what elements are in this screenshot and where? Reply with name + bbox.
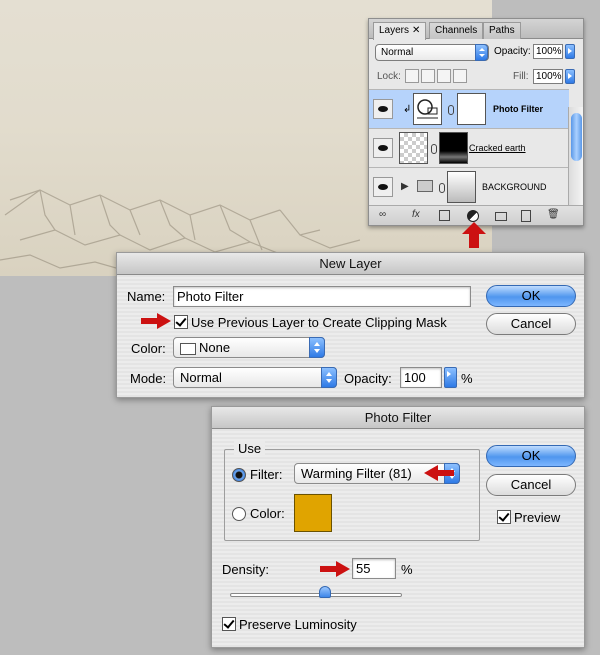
clip-arrow-icon: ↲ [403, 104, 412, 115]
red-arrow-right-icon [320, 561, 350, 577]
name-field[interactable]: Photo Filter [173, 286, 471, 307]
expand-triangle-icon[interactable]: ▶ [401, 181, 409, 192]
layer-mask-thumbnail[interactable] [447, 171, 476, 203]
fill-label: Fill: [513, 71, 529, 82]
red-arrow-up-icon [462, 222, 486, 248]
color-select-value: None [199, 340, 231, 355]
eye-icon[interactable] [373, 99, 393, 119]
layer-name[interactable]: BACKGROUND [482, 182, 547, 192]
use-label: Use [234, 441, 266, 456]
name-label: Name: [127, 289, 166, 304]
layer-mask-thumbnail[interactable] [457, 93, 486, 125]
clipping-mask-checkbox[interactable] [174, 315, 188, 329]
tab-paths-label: Paths [489, 25, 515, 36]
folder-icon [417, 180, 433, 192]
adjustment-thumbnail [413, 93, 442, 125]
lock-all-icon[interactable] [453, 69, 467, 83]
tab-layers[interactable]: Layers ✕ [373, 22, 427, 40]
layer-mask-thumbnail[interactable] [439, 132, 468, 164]
tab-paths[interactable]: Paths [483, 22, 521, 39]
mode-select-value: Normal [180, 370, 222, 385]
chevron-updown-icon [321, 367, 337, 388]
chevron-updown-icon [309, 337, 325, 358]
lock-move-icon[interactable] [437, 69, 451, 83]
preserve-luminosity-checkbox[interactable] [222, 617, 236, 631]
eye-icon[interactable] [373, 138, 393, 158]
density-field[interactable]: 55 [352, 558, 396, 579]
scrollbar-thumb[interactable] [571, 113, 582, 161]
cancel-button[interactable]: Cancel [486, 474, 576, 496]
new-layer-dialog: New Layer Name: Photo Filter OK Cancel U… [116, 252, 585, 398]
mask-icon[interactable] [439, 210, 450, 221]
fill-input[interactable]: 100% [533, 69, 563, 84]
opacity-label: Opacity: [344, 371, 392, 386]
filter-radio[interactable] [232, 468, 246, 482]
blend-mode-select[interactable]: Normal [375, 44, 489, 61]
tab-channels[interactable]: Channels [429, 22, 484, 39]
clipping-mask-label: Use Previous Layer to Create Clipping Ma… [191, 315, 447, 330]
dialog-title: New Layer [117, 253, 584, 275]
mode-label: Mode: [130, 371, 167, 386]
close-icon[interactable]: ✕ [412, 25, 420, 36]
tab-layers-label: Layers [379, 25, 410, 36]
lock-brush-icon[interactable] [421, 69, 435, 83]
layer-row-cracked-earth[interactable]: Cracked earth [369, 128, 569, 167]
fx-icon[interactable]: fx [412, 209, 420, 220]
group-icon[interactable] [495, 212, 507, 221]
panel-tabs: Layers ✕ Channels Paths [369, 19, 583, 40]
opacity-arrow-button[interactable] [444, 367, 457, 388]
filter-color-swatch[interactable] [294, 494, 332, 532]
filter-label: Filter: [250, 467, 283, 482]
layer-name[interactable]: Cracked earth [469, 143, 526, 153]
ok-button[interactable]: OK [486, 445, 576, 467]
filter-select-value: Warming Filter (81) [301, 466, 412, 481]
density-slider[interactable] [230, 593, 402, 597]
color-select[interactable]: None [173, 337, 325, 358]
lock-icons [405, 69, 469, 84]
color-label: Color: [250, 506, 285, 521]
layers-scrollbar[interactable] [568, 107, 583, 215]
opacity-label: Opacity: [494, 46, 531, 57]
color-radio[interactable] [232, 507, 246, 521]
eye-icon[interactable] [373, 177, 393, 197]
layer-row-photo-filter[interactable]: ↲ Photo Filter [369, 89, 569, 128]
density-slider-knob[interactable] [318, 586, 331, 598]
layer-name[interactable]: Photo Filter [493, 104, 543, 114]
cancel-button[interactable]: Cancel [486, 313, 576, 335]
new-layer-icon[interactable] [521, 210, 531, 222]
color-swatch-icon [180, 342, 196, 355]
blend-mode-value: Normal [381, 47, 414, 58]
adjustment-layer-icon[interactable] [467, 210, 479, 222]
density-label: Density: [222, 562, 269, 577]
tab-channels-label: Channels [435, 25, 478, 36]
fill-slider-button[interactable] [565, 69, 575, 84]
dialog-title: Photo Filter [212, 407, 584, 429]
mask-link-icon[interactable] [439, 183, 445, 193]
lock-label: Lock: [377, 71, 401, 82]
layer-thumbnail [399, 132, 428, 164]
mask-link-icon[interactable] [448, 105, 454, 115]
preview-label: Preview [514, 510, 561, 525]
lock-transparency-icon[interactable] [405, 69, 419, 83]
opacity-slider-button[interactable] [565, 44, 575, 59]
mask-link-icon[interactable] [431, 144, 437, 154]
link-icon[interactable]: ∞ [379, 209, 386, 220]
layer-row-background[interactable]: ▶ BACKGROUND [369, 167, 569, 206]
color-label: Color: [131, 341, 166, 356]
layers-panel: Layers ✕ Channels Paths Normal Opacity: 1… [368, 18, 584, 226]
percent-label: % [461, 371, 473, 386]
preserve-luminosity-label: Preserve Luminosity [239, 617, 357, 632]
opacity-input[interactable]: 100% [533, 44, 563, 59]
preview-checkbox[interactable] [497, 510, 511, 524]
red-arrow-right-icon [141, 313, 171, 329]
percent-label: % [401, 562, 413, 577]
opacity-field[interactable]: 100 [400, 367, 442, 388]
chevron-updown-icon [475, 44, 488, 61]
mode-select[interactable]: Normal [173, 367, 337, 388]
photo-filter-dialog: Photo Filter Use Filter: Warming Filter … [211, 406, 585, 648]
trash-icon[interactable]: 🗑 [547, 209, 560, 220]
red-arrow-left-icon [424, 465, 454, 481]
ok-button[interactable]: OK [486, 285, 576, 307]
